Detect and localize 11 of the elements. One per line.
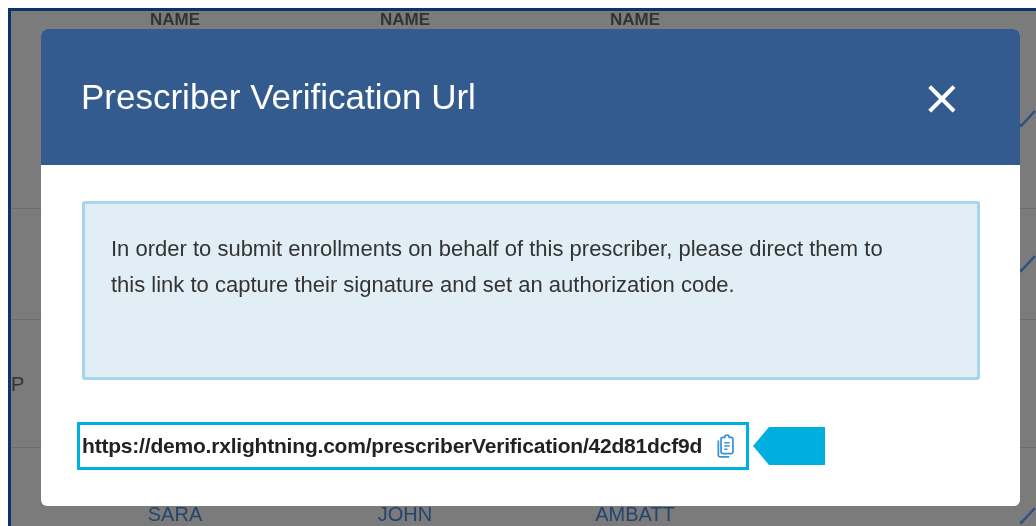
dialog-title: Prescriber Verification Url — [81, 77, 476, 117]
column-header: NAME — [609, 11, 661, 29]
table-cell: AMBATT — [595, 504, 675, 524]
close-button[interactable]: × — [921, 73, 962, 121]
table-cell: SARA — [147, 504, 203, 524]
column-header: NAME — [379, 11, 431, 29]
table-cell: P — [11, 373, 25, 394]
verification-link[interactable]: https://demo.rxlightning.com/prescriberVerification/42d81dcf9d — [82, 434, 703, 458]
table-cell: JOHN — [377, 504, 433, 524]
info-message: In order to submit enrollments on behalf of this prescriber, please direct them to this link to capture their signature and set an authorization code. — [82, 201, 980, 380]
column-header: NAME — [149, 11, 201, 29]
